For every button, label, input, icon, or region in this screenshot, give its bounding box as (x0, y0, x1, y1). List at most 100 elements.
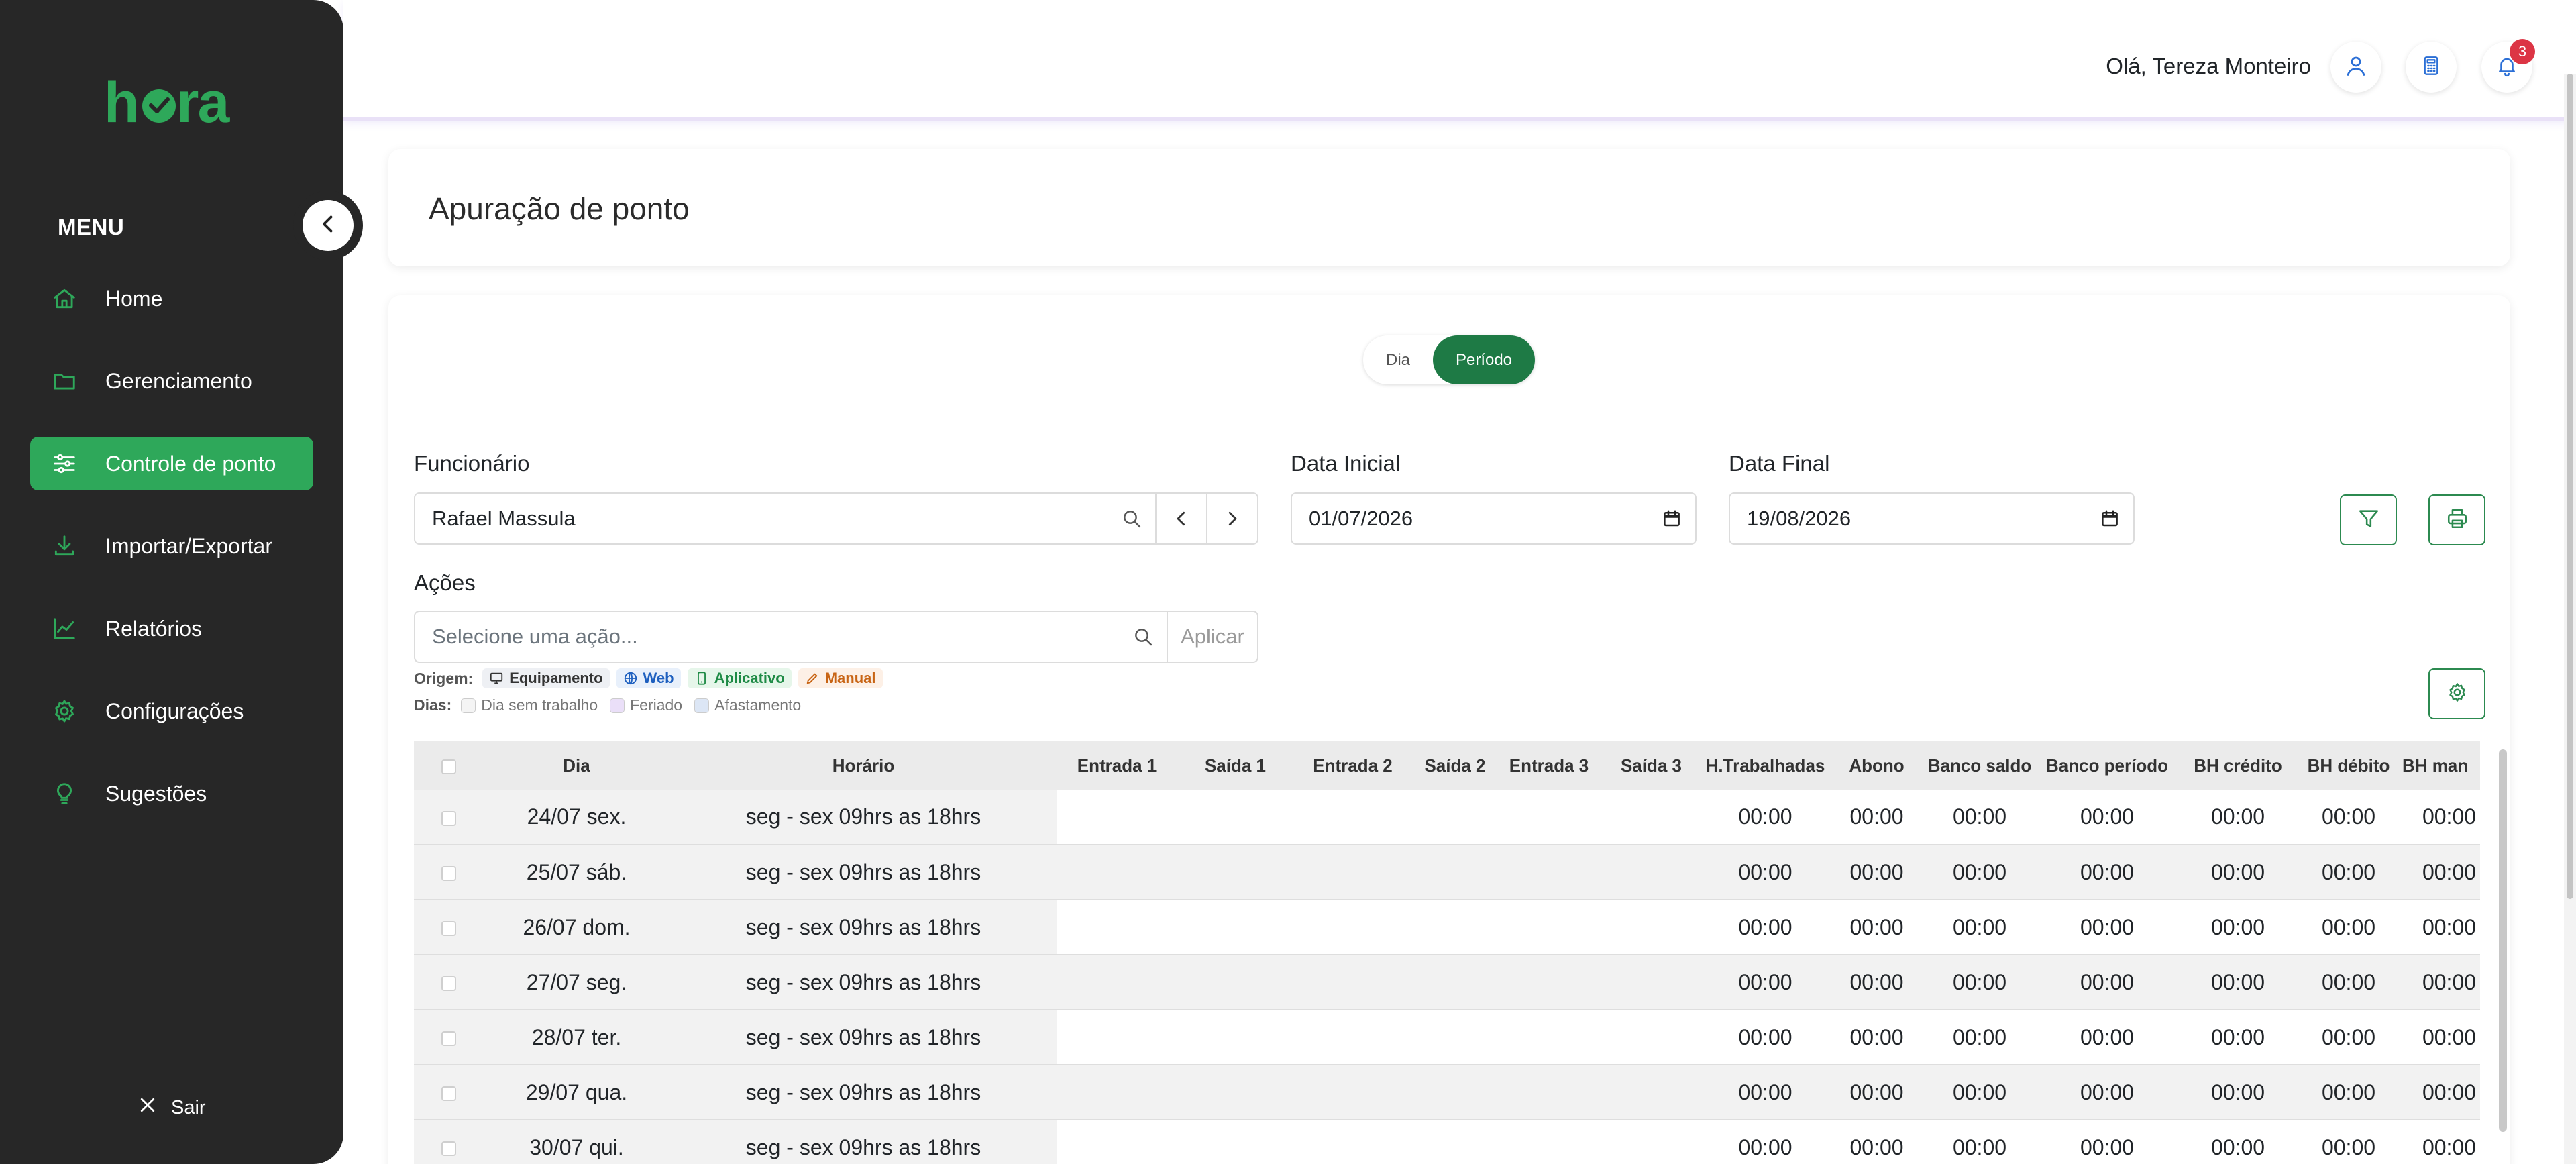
cell-punch[interactable] (1599, 1010, 1703, 1065)
cell-punch[interactable] (1499, 955, 1599, 1010)
toggle-periodo[interactable]: Período (1433, 335, 1535, 384)
cell-punch[interactable] (1499, 900, 1599, 955)
cell-punch[interactable] (1294, 1065, 1411, 1120)
cell-punch[interactable] (1057, 1065, 1177, 1120)
col-header[interactable]: Horário (669, 741, 1057, 790)
cell-punch[interactable] (1599, 955, 1703, 1010)
notifications-button[interactable]: 3 (2481, 39, 2535, 93)
cell-punch[interactable] (1057, 955, 1177, 1010)
col-header[interactable]: Banco saldo (1926, 741, 2033, 790)
cell-punch[interactable] (1411, 955, 1499, 1010)
sidebar-item-home[interactable]: Home (30, 272, 313, 325)
calendar-icon[interactable] (2086, 509, 2133, 529)
cell-punch[interactable] (1177, 1010, 1294, 1065)
table-row[interactable]: 25/07 sáb. seg - sex 09hrs as 18hrs 00:00 0… (414, 845, 2480, 900)
cell-punch[interactable] (1411, 1120, 1499, 1164)
cell-punch[interactable] (1057, 790, 1177, 845)
start-date-field[interactable]: 01/07/2026 (1291, 492, 1697, 545)
sidebar-item-importar-exportar[interactable]: Importar/Exportar (30, 519, 313, 573)
cell-punch[interactable] (1599, 1120, 1703, 1164)
col-header[interactable]: Banco período (2033, 741, 2181, 790)
row-checkbox[interactable] (414, 1010, 484, 1065)
profile-button[interactable] (2330, 42, 2381, 93)
end-date-field[interactable]: 19/08/2026 (1729, 492, 2135, 545)
employee-field[interactable]: Rafael Massula (414, 492, 1258, 545)
col-header[interactable]: BH man (2402, 741, 2480, 790)
col-header[interactable]: Saída 2 (1411, 741, 1499, 790)
search-icon[interactable] (1120, 626, 1167, 647)
cell-punch[interactable] (1057, 900, 1177, 955)
row-checkbox[interactable] (414, 845, 484, 900)
sidebar-item-configuracoes[interactable]: Configurações (30, 684, 313, 738)
col-header[interactable]: Saída 1 (1177, 741, 1294, 790)
sidebar-item-gerenciamento[interactable]: Gerenciamento (30, 354, 313, 408)
apply-button[interactable]: Aplicar (1167, 612, 1257, 662)
col-header[interactable]: Entrada 3 (1499, 741, 1599, 790)
cell-punch[interactable] (1057, 1010, 1177, 1065)
table-row[interactable]: 30/07 qui. seg - sex 09hrs as 18hrs 00:00 0… (414, 1120, 2480, 1164)
table-row[interactable]: 28/07 ter. seg - sex 09hrs as 18hrs 00:00 0… (414, 1010, 2480, 1065)
cell-punch[interactable] (1177, 790, 1294, 845)
previous-employee-button[interactable] (1155, 494, 1206, 543)
row-checkbox[interactable] (414, 790, 484, 845)
cell-punch[interactable] (1499, 845, 1599, 900)
cell-punch[interactable] (1411, 1065, 1499, 1120)
cell-punch[interactable] (1177, 955, 1294, 1010)
cell-punch[interactable] (1177, 900, 1294, 955)
calculator-button[interactable] (2406, 42, 2457, 93)
table-row[interactable]: 29/07 qua. seg - sex 09hrs as 18hrs 00:00 0… (414, 1065, 2480, 1120)
row-checkbox[interactable] (414, 1120, 484, 1164)
cell-punch[interactable] (1411, 1010, 1499, 1065)
cell-punch[interactable] (1294, 790, 1411, 845)
cell-punch[interactable] (1499, 1065, 1599, 1120)
cell-punch[interactable] (1294, 1120, 1411, 1164)
cell-punch[interactable] (1177, 1120, 1294, 1164)
cell-punch[interactable] (1499, 790, 1599, 845)
cell-punch[interactable] (1599, 790, 1703, 845)
table-row[interactable]: 24/07 sex. seg - sex 09hrs as 18hrs 00:00 0… (414, 790, 2480, 845)
filter-button[interactable] (2340, 494, 2397, 545)
col-header[interactable]: Dia (484, 741, 669, 790)
sidebar-collapse-button[interactable] (293, 191, 363, 260)
select-all-checkbox[interactable] (414, 741, 484, 790)
cell-punch[interactable] (1294, 955, 1411, 1010)
print-button[interactable] (2428, 494, 2485, 545)
cell-punch[interactable] (1057, 1120, 1177, 1164)
cell-punch[interactable] (1177, 845, 1294, 900)
logout-button[interactable]: Sair (138, 1095, 206, 1120)
search-icon[interactable] (1108, 508, 1155, 529)
sidebar-item-relatorios[interactable]: Relatórios (30, 602, 313, 655)
col-header[interactable]: Abono (1827, 741, 1926, 790)
cell-punch[interactable] (1599, 1065, 1703, 1120)
cell-punch[interactable] (1411, 900, 1499, 955)
calendar-icon[interactable] (1648, 509, 1695, 529)
cell-punch[interactable] (1294, 845, 1411, 900)
toggle-dia[interactable]: Dia (1363, 335, 1433, 384)
col-header[interactable]: Saída 3 (1599, 741, 1703, 790)
col-header[interactable]: BH crédito (2181, 741, 2295, 790)
row-checkbox[interactable] (414, 955, 484, 1010)
cell-punch[interactable] (1599, 900, 1703, 955)
next-employee-button[interactable] (1206, 494, 1257, 543)
col-header[interactable]: Entrada 2 (1294, 741, 1411, 790)
cell-punch[interactable] (1294, 1010, 1411, 1065)
row-checkbox[interactable] (414, 1065, 484, 1120)
table-scrollbar[interactable] (2496, 741, 2510, 1164)
table-settings-button[interactable] (2428, 668, 2485, 719)
cell-punch[interactable] (1057, 845, 1177, 900)
cell-punch[interactable] (1411, 845, 1499, 900)
table-row[interactable]: 27/07 seg. seg - sex 09hrs as 18hrs 00:00 0… (414, 955, 2480, 1010)
page-scrollbar[interactable] (2564, 74, 2576, 1164)
sidebar-item-controle-de-ponto[interactable]: Controle de ponto (30, 437, 313, 490)
col-header[interactable]: H.Trabalhadas (1703, 741, 1827, 790)
cell-punch[interactable] (1599, 845, 1703, 900)
hora-logo[interactable]: h ra (104, 70, 238, 135)
actions-select[interactable]: Selecione uma ação... Aplicar (414, 611, 1258, 663)
cell-punch[interactable] (1294, 900, 1411, 955)
cell-punch[interactable] (1177, 1065, 1294, 1120)
cell-punch[interactable] (1499, 1120, 1599, 1164)
col-header[interactable]: Entrada 1 (1057, 741, 1177, 790)
cell-punch[interactable] (1411, 790, 1499, 845)
cell-punch[interactable] (1499, 1010, 1599, 1065)
col-header[interactable]: BH débito (2295, 741, 2402, 790)
